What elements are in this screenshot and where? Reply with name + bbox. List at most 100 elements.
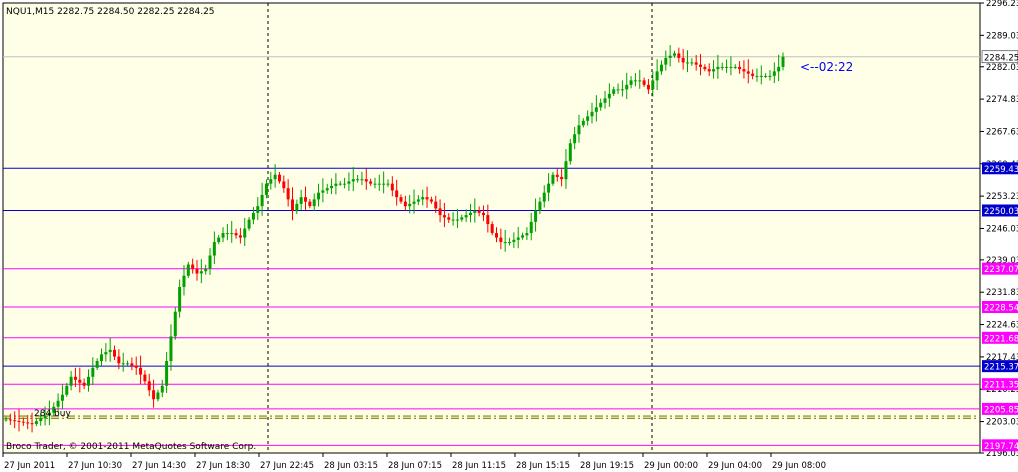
candle-body xyxy=(130,363,134,366)
y-tick-label-6: 2253.23 xyxy=(986,192,1018,202)
candle-body xyxy=(716,66,720,70)
candle-body xyxy=(134,365,138,368)
candle-body xyxy=(777,66,781,72)
candle-body xyxy=(646,84,650,90)
candle-body xyxy=(477,210,481,213)
candle-body xyxy=(147,381,151,391)
candle-body xyxy=(286,188,290,200)
candle-body xyxy=(612,89,616,94)
candle-body xyxy=(490,224,494,234)
candle-body xyxy=(260,194,264,207)
candle-body xyxy=(738,66,742,70)
candle-body xyxy=(113,349,117,357)
candle-body xyxy=(78,379,82,383)
candle-body xyxy=(751,73,755,76)
candle-body xyxy=(468,212,472,216)
candle-body xyxy=(560,176,564,180)
candle-body xyxy=(755,75,759,77)
y-tick-label-2: 2282.03 xyxy=(986,63,1018,73)
candle-body xyxy=(499,237,503,243)
x-tick-label-2: 27 Jun 14:30 xyxy=(132,461,186,471)
candle-body xyxy=(720,66,724,68)
candle-body xyxy=(290,199,294,211)
timer-label: <--02:22 xyxy=(800,60,853,74)
candle-body xyxy=(772,71,776,76)
y-tick-label-3: 2274.83 xyxy=(986,95,1018,105)
candle-body xyxy=(152,390,156,400)
candle-body xyxy=(321,190,325,193)
candle-body xyxy=(338,183,342,185)
candle-body xyxy=(429,199,433,202)
candle-body xyxy=(178,286,182,312)
candle-body xyxy=(516,237,520,240)
candle-body xyxy=(547,183,551,193)
candle-body xyxy=(486,215,490,225)
candle-body xyxy=(382,183,386,185)
candle-body xyxy=(764,75,768,77)
candle-body xyxy=(412,201,416,204)
x-tick-label-5: 28 Jun 03:15 xyxy=(324,461,378,471)
candle-body xyxy=(395,190,399,198)
copyright-text: Broco Trader, © 2001-2011 MetaQuotes Sof… xyxy=(6,442,256,452)
level-tag: 284 buy xyxy=(34,409,71,419)
candle-body xyxy=(364,179,368,182)
candle-body xyxy=(768,75,772,77)
candle-body xyxy=(334,183,338,186)
x-tick-label-11: 29 Jun 04:00 xyxy=(708,461,762,471)
candle-body xyxy=(434,201,438,209)
candle-body xyxy=(156,392,160,400)
candle-body xyxy=(577,125,581,135)
candle-body xyxy=(529,221,533,234)
x-tick-label-6: 28 Jun 07:15 xyxy=(388,461,442,471)
candle-body xyxy=(139,367,143,375)
candle-body xyxy=(199,271,203,274)
candle-body xyxy=(95,361,99,368)
level-tag-label-7: 2205.85 xyxy=(984,405,1018,415)
x-tick-label-1: 27 Jun 10:30 xyxy=(68,461,122,471)
candle-body xyxy=(165,361,169,386)
x-tick-label-7: 28 Jun 11:15 xyxy=(452,461,506,471)
candle-body xyxy=(360,179,364,181)
candle-body xyxy=(694,62,698,65)
candle-body xyxy=(425,197,429,200)
candle-body xyxy=(30,423,34,425)
candle-body xyxy=(99,354,103,362)
candle-body xyxy=(351,179,355,182)
candle-body xyxy=(712,69,716,72)
candle-body xyxy=(421,197,425,200)
candle-body xyxy=(8,419,12,421)
candle-body xyxy=(555,174,559,177)
candle-body xyxy=(238,235,242,238)
candle-body xyxy=(677,53,681,58)
candle-body xyxy=(633,80,637,82)
candle-body xyxy=(60,394,64,401)
candle-body xyxy=(742,69,746,72)
candle-body xyxy=(377,183,381,185)
candle-body xyxy=(330,185,334,189)
candle-body xyxy=(590,111,594,117)
candle-body xyxy=(512,239,516,243)
candle-body xyxy=(651,80,655,90)
candle-body xyxy=(495,233,499,238)
candle-body xyxy=(681,57,685,63)
price-chart[interactable]: 2296.232289.032282.032274.832267.632260.… xyxy=(0,0,1018,472)
candle-body xyxy=(659,64,663,72)
candle-body xyxy=(299,197,303,204)
candle-body xyxy=(538,201,542,211)
candle-body xyxy=(65,385,69,395)
candle-body xyxy=(625,84,629,90)
candle-body xyxy=(143,374,147,382)
candle-body xyxy=(256,206,260,213)
x-tick-label-9: 28 Jun 19:15 xyxy=(580,461,634,471)
candle-body xyxy=(759,75,763,77)
candle-body xyxy=(629,80,633,85)
candle-body xyxy=(594,107,598,112)
candle-body xyxy=(373,183,377,185)
candle-body xyxy=(703,66,707,70)
candle-body xyxy=(399,197,403,202)
candle-body xyxy=(551,174,555,184)
candle-body xyxy=(542,192,546,202)
candle-body xyxy=(564,161,568,180)
y-tick-label-10: 2224.63 xyxy=(986,321,1018,331)
candle-body xyxy=(69,376,73,386)
